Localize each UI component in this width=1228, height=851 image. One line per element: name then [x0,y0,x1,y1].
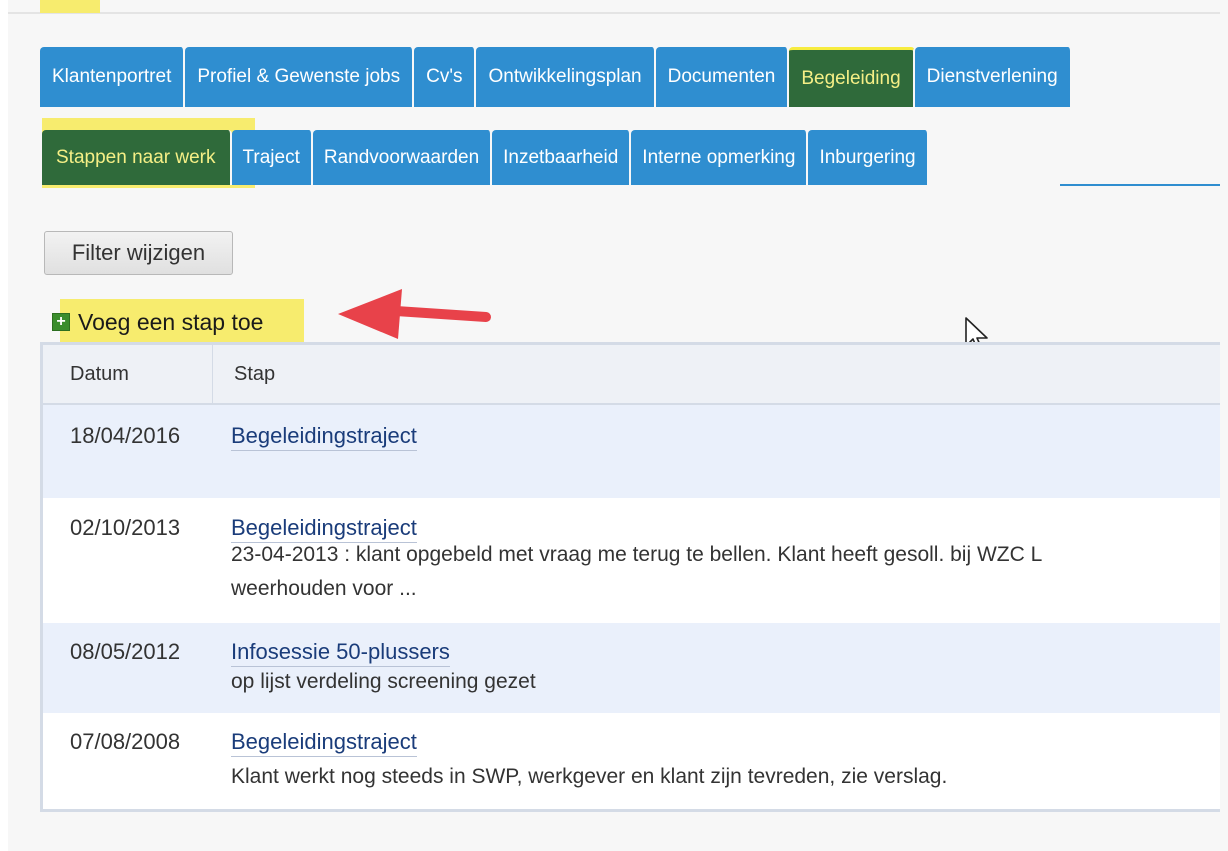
steps-table: Datum Stap 18/04/2016 Begeleidingstrajec… [40,342,1220,812]
table-row: 08/05/2012 Infosessie 50-plussers op lij… [43,623,1220,713]
sub-tab-bar: Stappen naar werk Traject Randvoorwaarde… [42,130,929,185]
column-header-date[interactable]: Datum [43,345,213,403]
column-header-step[interactable]: Stap [214,345,275,403]
tab-dienstverlening[interactable]: Dienstverlening [914,47,1072,107]
row-description: weerhouden voor ... [231,577,417,600]
main-tab-bar: Klantenportret Profiel & Gewenste jobs C… [40,47,1072,107]
tab-klantenportret[interactable]: Klantenportret [40,47,186,107]
add-step-label: Voeg een stap toe [78,308,264,335]
subtab-stappen-naar-werk[interactable]: Stappen naar werk [42,130,232,185]
tab-cvs[interactable]: Cv's [414,47,477,107]
subtab-inzetbaarheid[interactable]: Inzetbaarheid [492,130,632,185]
row-date: 07/08/2008 [70,729,181,754]
row-description: op lijst verdeling screening gezet [231,670,536,693]
highlight-mark [40,0,100,13]
subtab-randvoorwaarden[interactable]: Randvoorwaarden [312,130,493,185]
tab-documenten[interactable]: Documenten [655,47,790,107]
table-row: 18/04/2016 Begeleidingstraject [43,405,1220,498]
plus-icon: + [52,313,70,331]
row-step-link[interactable]: Infosessie 50-plussers [231,639,450,667]
header-divider [8,12,1220,14]
tab-profiel-gewenste-jobs[interactable]: Profiel & Gewenste jobs [185,47,415,107]
subtab-inburgering[interactable]: Inburgering [808,130,929,185]
row-date: 08/05/2012 [70,639,181,664]
table-row: 07/08/2008 Begeleidingstraject Klant wer… [43,713,1220,809]
subtab-traject[interactable]: Traject [231,130,313,185]
row-date: 18/04/2016 [70,423,181,448]
tab-begeleiding[interactable]: Begeleiding [789,47,915,107]
row-step-link[interactable]: Begeleidingstraject [231,729,417,757]
filter-button[interactable]: Filter wijzigen [44,231,233,275]
row-date: 02/10/2013 [70,515,181,540]
subtab-interne-opmerking[interactable]: Interne opmerking [631,130,809,185]
table-header: Datum Stap [43,345,1220,405]
subtab-underline [1060,184,1220,186]
table-row: 02/10/2013 Begeleidingstraject 23-04-201… [43,498,1220,623]
annotation-arrow-icon [338,289,491,339]
row-description: 23-04-2013 : klant opgebeld met vraag me… [231,543,1043,566]
row-description: Klant werkt nog steeds in SWP, werkgever… [231,765,948,788]
row-step-link[interactable]: Begeleidingstraject [231,423,417,451]
tab-ontwikkelingsplan[interactable]: Ontwikkelingsplan [476,47,656,107]
row-step-link[interactable]: Begeleidingstraject [231,515,417,543]
add-step-link[interactable]: + Voeg een stap toe [52,307,263,337]
